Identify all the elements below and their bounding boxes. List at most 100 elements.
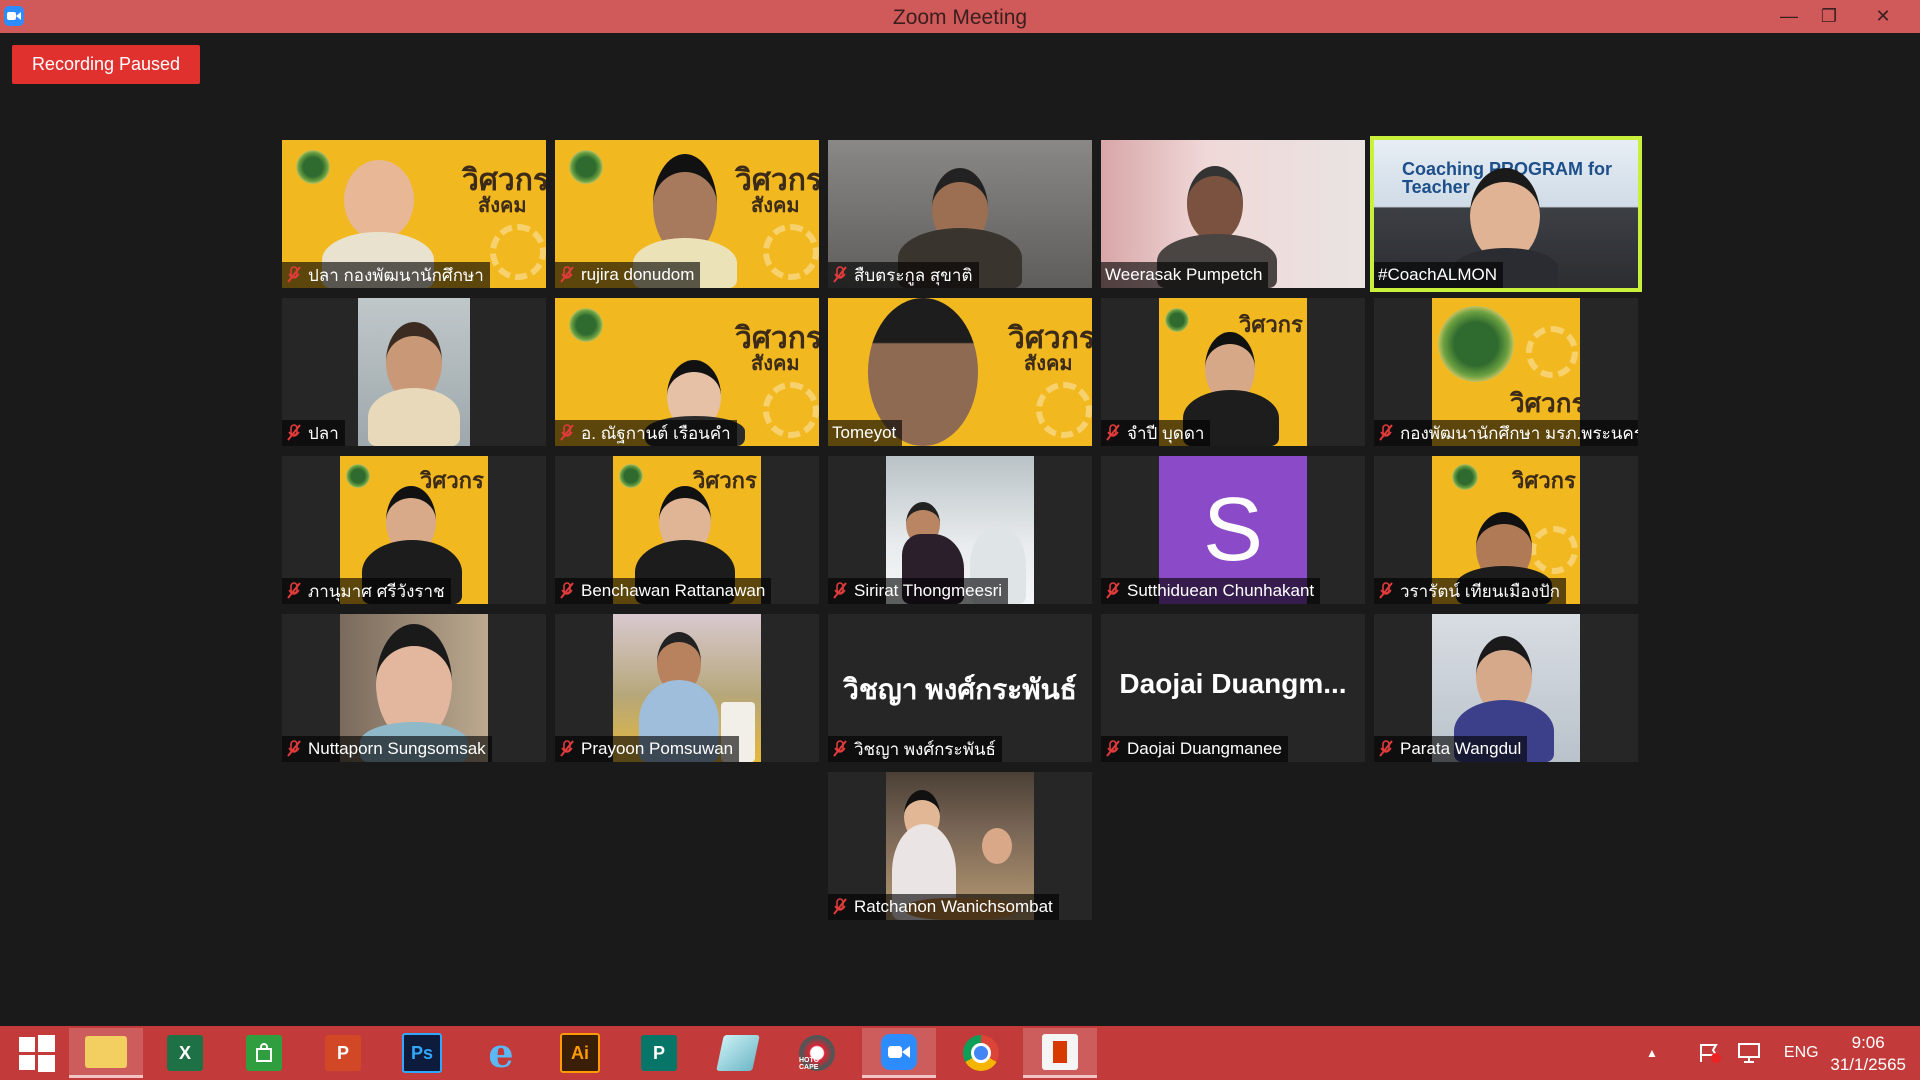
restore-button[interactable]: ❐ [1804,0,1854,33]
muted-mic-icon [560,266,574,283]
muted-mic-icon [560,424,574,441]
participant-name-bar: #CoachALMON [1374,262,1504,288]
zoom-camera-icon [881,1033,917,1070]
participant-name: วรารัตน์ เทียนเมืองปัก [1400,581,1560,601]
participant-name-bar: อ. ณัฐกานต์ เรือนคำ [555,420,737,446]
sign-title: วิศวกร [1512,468,1576,493]
participant-display-name: Daojai Duangm... [1119,668,1347,699]
participant-name-bar: Daojai Duangmanee [1101,736,1288,762]
participant-tile[interactable]: Prayoon Pomsuwan [555,614,819,762]
taskbar-clock[interactable]: 9:06 31/1/2565 [1830,1032,1906,1076]
participant-tile[interactable]: Sirirat Thongmeesri [828,456,1092,604]
show-hidden-icons-chevron-icon[interactable]: ▲ [1646,1046,1658,1060]
publisher-taskbar-button[interactable]: P [622,1028,696,1078]
window-title: Zoom Meeting [892,6,1028,29]
university-seal-icon [569,150,603,184]
start-button[interactable] [0,1028,74,1078]
participant-name: Daojai Duangmanee [1127,739,1282,758]
participant-name: rujira donudom [581,265,695,284]
participant-tile[interactable]: Parata Wangdul [1374,614,1638,762]
clock-time: 9:06 [1851,1033,1885,1052]
sign-title: วิศวกร [735,322,819,355]
excel-icon: X [167,1035,203,1071]
participant-name-bar: Benchawan Rattanawan [555,578,772,604]
participant-name: อ. ณัฐกานต์ เรือนคำ [581,423,731,443]
video-grid: วิศวกร สังคม ปลา กองพัฒนานักศึกษา วิศวกร… [282,136,1642,920]
muted-mic-icon [560,582,574,599]
powerpoint-taskbar-button[interactable]: P [306,1028,380,1078]
video-feed [358,298,470,446]
participant-tile[interactable]: Daojai Duangm... Daojai Duangmanee [1101,614,1365,762]
hotocape-taskbar-button[interactable]: HOTO CAPE [780,1028,854,1078]
muted-mic-icon [833,582,847,599]
participant-name-bar: วรารัตน์ เทียนเมืองปัก [1374,578,1566,604]
participant-tile-active-speaker[interactable]: Coaching PROGRAM for Teacher #CoachALMON [1370,136,1642,292]
internet-explorer-icon: e [488,1029,514,1077]
participant-tile[interactable]: วิศวกร จำปี บุดดา [1101,298,1365,446]
muted-mic-icon [1106,740,1120,757]
participant-name-bar: Sutthiduean Chunhakant [1101,578,1321,604]
participant-name-bar: ภานุมาศ ศรีวังราช [282,578,451,604]
clock-date: 31/1/2565 [1830,1055,1906,1074]
university-seal-icon [1165,308,1189,332]
illustrator-taskbar-button[interactable]: Ai [543,1028,617,1078]
zoom-taskbar-button[interactable] [862,1028,936,1078]
sign-title: วิศวกร [1239,312,1303,337]
participant-name: Benchawan Rattanawan [581,581,766,600]
participant-name: Nuttaporn Sungsomsak [308,739,486,758]
participant-tile[interactable]: วิชญา พงศ์กระพันธ์ วิชญา พงศ์กระพันธ์ [828,614,1092,762]
participant-tile[interactable]: วิศวกร Benchawan Rattanawan [555,456,819,604]
sign-subtitle: สังคม [751,353,800,375]
muted-mic-icon [287,740,301,757]
participant-name: Tomeyot [832,423,897,442]
notes-icon [716,1035,760,1071]
windows-logo-icon [19,1035,55,1072]
participant-name-bar: ปลา [282,420,345,446]
participant-tile[interactable]: วิศวกร สังคม Tomeyot [828,298,1092,446]
muted-mic-icon [287,424,301,441]
file-explorer-taskbar-button[interactable] [69,1028,143,1078]
action-center-flag-icon[interactable] [1698,1042,1722,1064]
participant-name-bar: rujira donudom [555,262,701,288]
participant-tile[interactable]: Ratchanon Wanichsombat [828,772,1092,920]
participant-tile[interactable]: สืบตระกูล สุขาติ [828,140,1092,288]
photoshop-taskbar-button[interactable]: Ps [385,1028,459,1078]
university-seal-icon [569,308,603,342]
participant-name-bar: วิชญา พงศ์กระพันธ์ [828,736,1002,762]
participant-name-bar: สืบตระกูล สุขาติ [828,262,979,288]
office-taskbar-button[interactable] [1023,1028,1097,1078]
participant-tile[interactable]: วิศวกร สังคม อ. ณัฐกานต์ เรือนคำ [555,298,819,446]
participant-tile[interactable]: Weerasak Pumpetch [1101,140,1365,288]
participant-tile[interactable]: วิศวกร สังคม rujira donudom [555,140,819,288]
store-taskbar-button[interactable] [227,1028,301,1078]
muted-mic-icon [287,582,301,599]
muted-mic-icon [1106,582,1120,599]
sign-subtitle: สังคม [1024,353,1073,375]
participant-tile[interactable]: ปลา [282,298,546,446]
participant-name-bar: Nuttaporn Sungsomsak [282,736,492,762]
excel-taskbar-button[interactable]: X [148,1028,222,1078]
muted-mic-icon [1379,740,1393,757]
participant-tile[interactable]: วิศวกร สังคม ปลา กองพัฒนานักศึกษา [282,140,546,288]
network-icon[interactable] [1736,1042,1762,1064]
chrome-taskbar-button[interactable] [944,1028,1018,1078]
participant-name-bar: กองพัฒนานักศึกษา มรภ.พระนคร [1374,420,1638,446]
university-seal-icon [1452,464,1478,490]
recording-paused-indicator[interactable]: Recording Paused [12,45,200,84]
participant-name: Ratchanon Wanichsombat [854,897,1053,916]
illustrator-icon: Ai [560,1033,600,1073]
participant-name-bar: Prayoon Pomsuwan [555,736,740,762]
participant-tile[interactable]: วิศวกร ภานุมาศ ศรีวังราช [282,456,546,604]
participant-tile[interactable]: วิศวกร กองพัฒนานักศึกษา มรภ.พระนคร [1374,298,1638,446]
internet-explorer-taskbar-button[interactable]: e [464,1028,538,1078]
sign-title: วิศวกร [735,164,819,197]
participant-name: ปลา กองพัฒนานักศึกษา [308,265,484,285]
close-button[interactable]: ✕ [1858,0,1908,33]
sign-subtitle: สังคม [751,195,800,217]
participant-tile[interactable]: Nuttaporn Sungsomsak [282,614,546,762]
input-language-indicator[interactable]: ENG [1784,1044,1819,1062]
participant-tile[interactable]: วิศวกร วรารัตน์ เทียนเมืองปัก [1374,456,1638,604]
participant-tile[interactable]: S Sutthiduean Chunhakant [1101,456,1365,604]
notes-taskbar-button[interactable] [701,1028,775,1078]
participant-name: Parata Wangdul [1400,739,1522,758]
